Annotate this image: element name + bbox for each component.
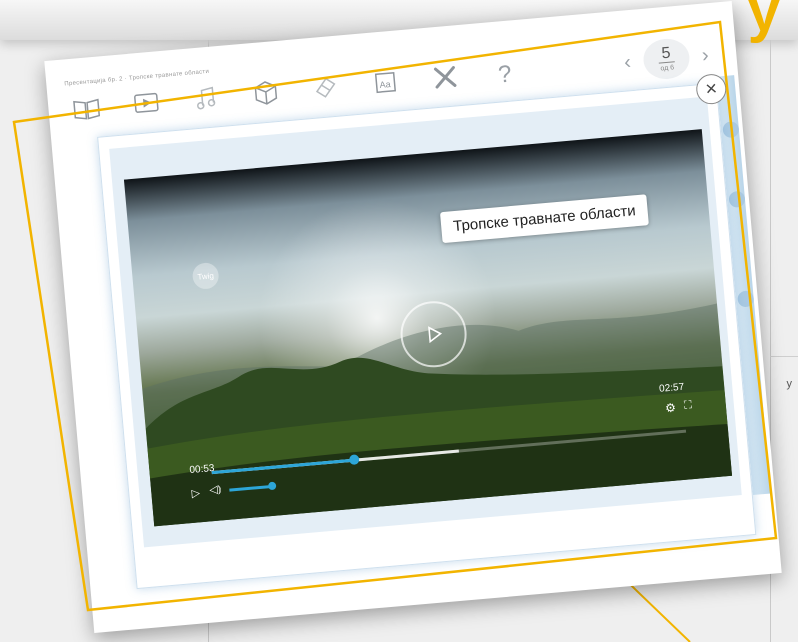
- highlight-frame: [12, 20, 778, 612]
